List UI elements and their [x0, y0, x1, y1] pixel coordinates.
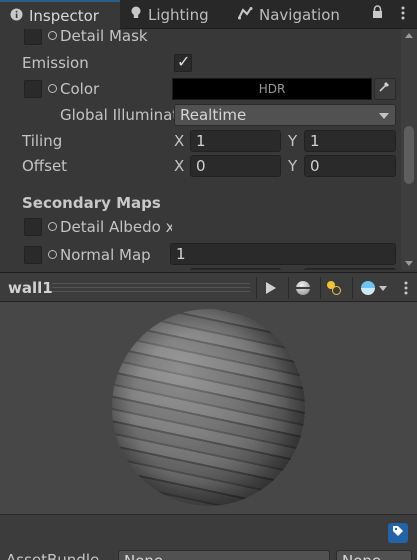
preview-environment-dropdown[interactable]: [352, 277, 394, 299]
preview-lights-button[interactable]: [320, 277, 348, 299]
hdr-color-field[interactable]: HDR: [172, 78, 372, 100]
tab-inspector[interactable]: Inspector: [0, 0, 120, 30]
offset-x-label: X: [174, 157, 185, 175]
scrollbar-thumb[interactable]: [404, 126, 414, 184]
navigation-icon: [238, 6, 253, 24]
global-illumination-label: Global Illuminat: [60, 106, 179, 124]
detail-albedo-slot[interactable]: [24, 218, 42, 236]
offset-label: Offset: [22, 157, 68, 175]
environment-sphere-icon: [360, 281, 375, 295]
object-picker-icon[interactable]: [48, 250, 57, 259]
emission-color-map-slot[interactable]: [24, 80, 42, 98]
normal-map-label: Normal Map: [48, 246, 151, 264]
detail-mask-slot[interactable]: [24, 29, 42, 45]
offset-y-field[interactable]: 0: [304, 155, 396, 177]
lights-icon: [326, 281, 343, 295]
tab-bar: Inspector Lighting Navigation: [0, 0, 417, 30]
tiling-x-field[interactable]: 1: [190, 130, 281, 152]
asset-bundle-variant-dropdown[interactable]: None: [336, 550, 412, 560]
emission-label: Emission: [22, 54, 89, 72]
chevron-down-icon: [379, 113, 389, 119]
tab-navigation-label: Navigation: [259, 5, 340, 24]
cut-off-field[interactable]: [190, 268, 281, 270]
secondary-maps-heading: Secondary Maps: [22, 194, 161, 212]
normal-map-scale-field[interactable]: 1: [170, 243, 396, 265]
sphere-icon: [295, 281, 310, 295]
lock-icon[interactable]: [372, 5, 383, 23]
play-button[interactable]: [256, 277, 284, 299]
normal-map-slot[interactable]: [24, 246, 42, 264]
offset-y-label: Y: [288, 157, 298, 175]
scroll-up-arrow-icon[interactable]: [405, 33, 413, 38]
asset-bundle-bar: AssetBundle None None: [0, 514, 417, 560]
object-picker-icon[interactable]: [48, 31, 57, 40]
tab-navigation[interactable]: Navigation: [238, 0, 340, 29]
inspector-content: Detail Mask Emission Color HDR Global Il…: [0, 29, 417, 270]
tab-inspector-label: Inspector: [29, 7, 99, 25]
tiling-y-field[interactable]: 1: [304, 130, 396, 152]
bulb-icon: [130, 6, 142, 24]
play-icon: [265, 282, 276, 294]
scroll-down-arrow-icon[interactable]: [405, 261, 413, 266]
color-label: Color: [48, 80, 99, 98]
info-icon: [10, 7, 23, 25]
preview-title: wall1: [8, 279, 53, 297]
eyedropper-icon[interactable]: [374, 78, 396, 100]
tiling-y-label: Y: [288, 132, 298, 150]
tiling-label: Tiling: [22, 132, 63, 150]
emission-checkbox[interactable]: [174, 52, 192, 72]
label-tag-icon[interactable]: [388, 523, 408, 543]
tiling-x-label: X: [174, 132, 185, 150]
detail-albedo-label: Detail Albedo x2: [48, 218, 172, 236]
detail-mask-label: Detail Mask: [48, 29, 148, 45]
preview-toolbar: wall1: [0, 272, 417, 302]
preview-mesh-button[interactable]: [288, 277, 316, 299]
tab-menu-icon[interactable]: [400, 5, 406, 21]
tab-lighting[interactable]: Lighting: [130, 0, 209, 29]
global-illumination-value: Realtime: [180, 106, 247, 124]
inspector-scrollbar[interactable]: [401, 29, 417, 270]
object-picker-icon[interactable]: [48, 222, 57, 231]
cut-off-field[interactable]: [304, 268, 396, 270]
chevron-down-icon: [378, 285, 387, 291]
tab-lighting-label: Lighting: [148, 5, 209, 24]
asset-bundle-variant-value: None: [342, 552, 381, 560]
offset-x-field[interactable]: 0: [190, 155, 281, 177]
object-picker-icon[interactable]: [48, 84, 57, 93]
global-illumination-dropdown[interactable]: Realtime: [174, 104, 396, 126]
material-preview-sphere[interactable]: [112, 309, 305, 506]
asset-bundle-name-value: None: [124, 552, 163, 560]
resize-grip[interactable]: [52, 283, 250, 292]
asset-bundle-name-dropdown[interactable]: None: [118, 550, 330, 560]
asset-bundle-label: AssetBundle: [6, 551, 100, 560]
preview-menu-icon[interactable]: [404, 281, 408, 295]
